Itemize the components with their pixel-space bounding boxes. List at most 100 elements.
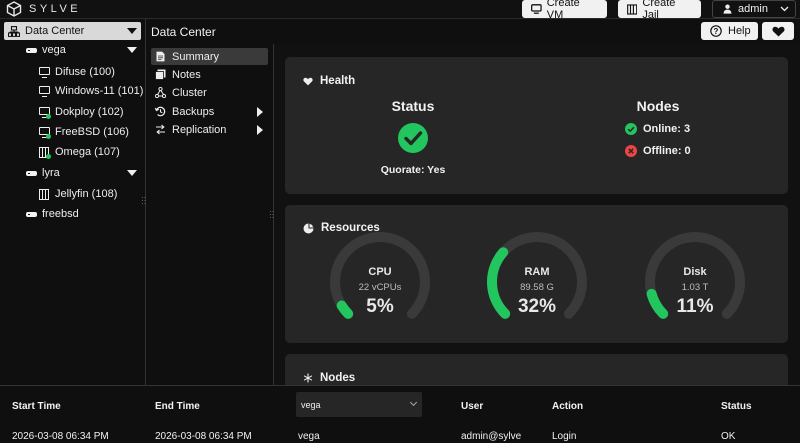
menu-item-cluster[interactable]: Cluster — [151, 84, 268, 101]
column-header-status[interactable]: Status — [721, 401, 752, 412]
user-icon — [723, 4, 732, 14]
jail-icon — [37, 145, 51, 159]
chevron-down-icon — [409, 398, 418, 407]
server-icon — [24, 207, 38, 221]
column-header-user[interactable]: User — [461, 401, 483, 412]
tree-item-vm[interactable]: Difuse (100) — [37, 63, 115, 81]
help-icon: ? — [710, 25, 722, 37]
svg-text:?: ? — [714, 27, 719, 36]
column-header-end-time[interactable]: End Time — [155, 401, 200, 412]
cell-status: OK — [721, 431, 736, 442]
monitor-icon — [37, 125, 51, 139]
caret-down-icon[interactable] — [127, 28, 137, 34]
nodes-card: Nodes — [285, 354, 788, 385]
create-vm-button[interactable]: Create VM — [522, 0, 607, 21]
chevron-down-icon — [780, 6, 789, 12]
tree-item-vm[interactable]: Dokploy (102) — [37, 103, 123, 121]
cell-start-time: 2026-03-08 06:34 PM — [12, 431, 109, 442]
node-filter-value: vega — [301, 399, 321, 410]
user-menu[interactable]: admin — [712, 0, 796, 18]
gauge-subtitle: 89.58 G — [520, 282, 554, 293]
section-menu: Summary Notes Cluster Backups Replicatio… — [146, 44, 274, 385]
create-jail-button[interactable]: Create Jail — [618, 0, 701, 21]
tree-node-lyra[interactable]: lyra — [24, 164, 141, 182]
tree-node-vega[interactable]: vega — [24, 41, 141, 59]
caret-right-icon — [257, 125, 263, 135]
tree-item-vm[interactable]: FreeBSD (106) — [37, 123, 129, 141]
running-dot-icon — [46, 134, 51, 139]
help-label: Help — [728, 25, 751, 37]
nodes-card-title: Nodes — [303, 372, 355, 384]
resource-tree: Data Center vega Difuse (100) Windows-11… — [0, 19, 146, 385]
tree-item-label: Omega (107) — [55, 146, 120, 158]
create-vm-label: Create VM — [546, 0, 580, 21]
nodes-card-title-text: Nodes — [320, 372, 356, 384]
gauge-value: 32% — [517, 296, 557, 317]
task-log-table: Start Time End Time vega User Action Sta… — [0, 385, 800, 443]
page-title: Data Center — [151, 25, 216, 39]
monitor-icon — [37, 65, 51, 79]
nodes-title: Nodes — [636, 98, 680, 114]
monitor-icon — [37, 84, 51, 98]
tree-node-freebsd[interactable]: freebsd — [24, 205, 79, 223]
backup-icon — [155, 106, 166, 117]
top-bar: SYLVE Create VM Create Jail admin — [0, 0, 800, 21]
tree-node-label: freebsd — [42, 208, 79, 220]
monitor-icon — [531, 4, 542, 14]
caret-down-icon[interactable] — [127, 47, 137, 53]
gauge-value: 5% — [366, 296, 394, 317]
heart-icon — [303, 77, 313, 85]
tree-item-label: Dokploy (102) — [55, 106, 124, 118]
menu-item-label: Backups — [172, 105, 215, 118]
tree-item-jail[interactable]: Omega (107) — [37, 143, 120, 161]
heart-icon — [771, 26, 785, 36]
monitor-icon — [37, 105, 51, 119]
gauge-name: CPU — [368, 266, 392, 278]
replication-icon — [156, 124, 165, 135]
menu-item-replication[interactable]: Replication — [151, 121, 268, 138]
gauge-name: RAM — [524, 266, 550, 278]
menu-item-label: Summary — [172, 50, 220, 63]
gauge-name: Disk — [683, 266, 707, 278]
menu-item-notes[interactable]: Notes — [151, 66, 268, 83]
help-button[interactable]: ? Help — [701, 22, 758, 40]
column-header-action[interactable]: Action — [552, 401, 583, 412]
tree-item-label: Windows-11 (101) — [55, 85, 144, 97]
create-jail-label: Create Jail — [642, 0, 676, 21]
online-count: Online: 3 — [625, 123, 690, 135]
tree-root-label: Data Center — [25, 25, 85, 37]
menu-item-backups[interactable]: Backups — [151, 103, 268, 120]
cell-user: admin@sylve — [461, 431, 522, 442]
caret-down-icon[interactable] — [127, 170, 137, 176]
cell-node: vega — [298, 431, 320, 442]
tree-item-vm[interactable]: Windows-11 (101) — [37, 82, 143, 100]
health-title-text: Health — [320, 75, 356, 87]
snowflake-icon — [303, 373, 313, 383]
running-dot-icon — [46, 114, 51, 119]
tree-item-jail[interactable]: Jellyfin (108) — [37, 185, 117, 203]
server-icon — [24, 166, 38, 180]
favorite-button[interactable] — [762, 22, 794, 40]
menu-item-summary[interactable]: Summary — [151, 48, 268, 65]
x-circle-icon — [625, 145, 637, 157]
datacenter-icon — [8, 25, 20, 37]
health-card-title: Health — [303, 75, 355, 87]
quorate-status: Quorate: Yes — [380, 164, 446, 176]
online-text: Online: 3 — [643, 123, 691, 135]
brand[interactable]: SYLVE — [6, 1, 81, 17]
tree-item-label: FreeBSD (106) — [55, 126, 129, 138]
node-filter-select[interactable]: vega — [296, 392, 422, 417]
menu-item-label: Cluster — [172, 86, 207, 99]
cell-action: Login — [552, 431, 577, 442]
gauge-subtitle: 22 vCPUs — [358, 282, 402, 293]
menu-item-label: Notes — [172, 68, 201, 81]
user-name: admin — [738, 3, 768, 15]
logo-cube-icon — [6, 1, 22, 17]
tree-node-label: vega — [42, 44, 66, 56]
tree-root-datacenter[interactable]: Data Center — [4, 22, 141, 40]
column-header-start-time[interactable]: Start Time — [12, 401, 61, 412]
cluster-icon — [155, 87, 166, 98]
jail-icon — [627, 3, 638, 15]
summary-content: Health Status Quorate: Yes Nodes Online:… — [274, 44, 800, 385]
running-dot-icon — [46, 154, 51, 159]
